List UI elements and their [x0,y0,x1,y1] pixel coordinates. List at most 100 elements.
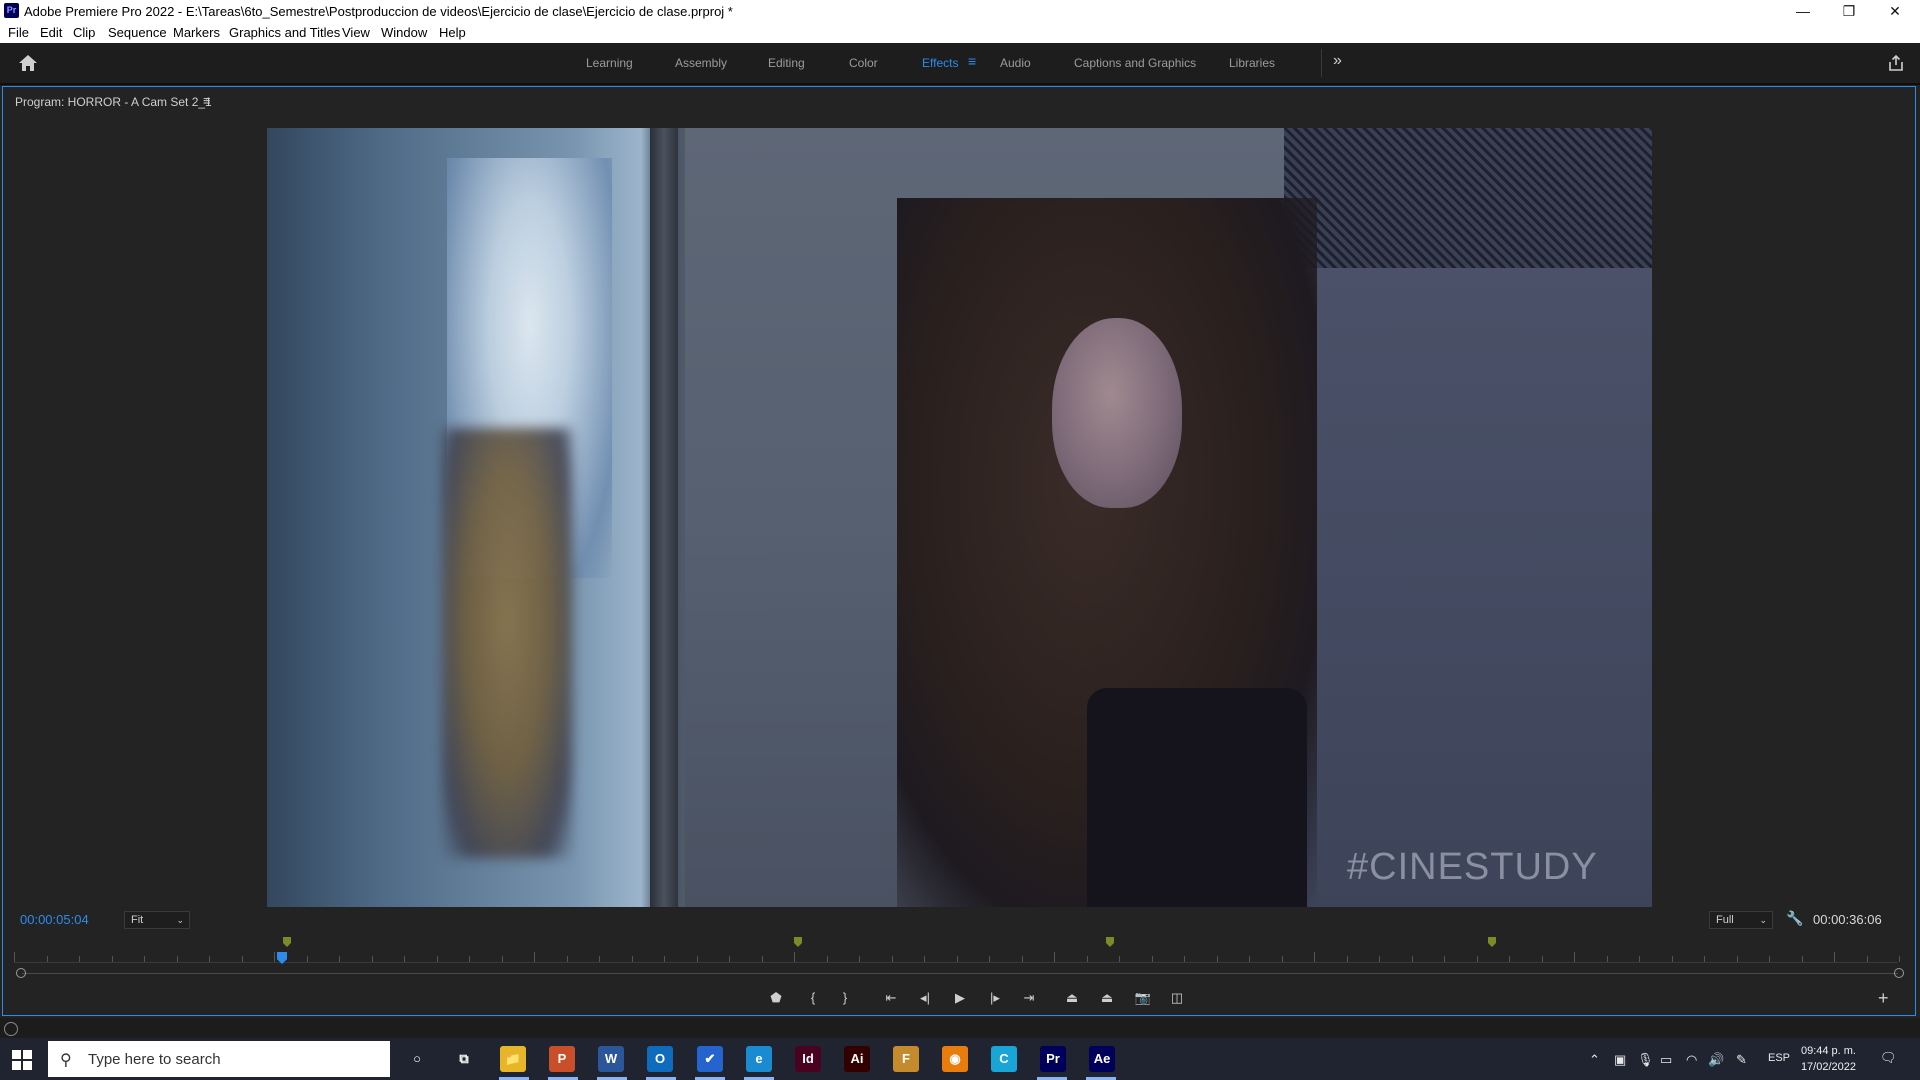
file-explorer-icon[interactable]: 📁 [500,1046,526,1072]
edge-icon[interactable]: e [746,1046,772,1072]
chevron-down-icon: ⌄ [1759,915,1767,925]
program-monitor-title[interactable]: Program: HORROR - A Cam Set 2_1 [15,95,212,109]
outlook-icon[interactable]: O [647,1046,673,1072]
indesign-icon[interactable]: Id [795,1046,821,1072]
status-bar [0,1018,1920,1038]
ruler-tick [1509,956,1510,962]
workspace-tab-editing[interactable]: Editing [768,56,805,70]
canva-icon[interactable]: C [991,1046,1017,1072]
tray-microphone-icon[interactable]: 🎙 [1637,1052,1654,1068]
notifications-icon[interactable]: 🗨 [1880,1050,1897,1066]
menu-window[interactable]: Window [381,25,427,40]
taskbar-clock[interactable]: 09:44 p. m. 17/02/2022 [1794,1043,1856,1075]
mark-in-button[interactable]: { [803,988,823,1008]
zoom-level-select[interactable]: Fit ⌄ [124,911,190,929]
ruler-tick [14,952,15,962]
status-indicator-icon[interactable] [4,1022,18,1036]
go-to-in-button[interactable]: ⇤ [881,988,901,1008]
workspace-tab-effects[interactable]: Effects [922,56,958,70]
blender-icon[interactable]: ◉ [942,1046,968,1072]
mark-out-button[interactable]: } [835,988,855,1008]
export-frame-button[interactable]: 📷 [1133,988,1153,1008]
tray-wifi-icon[interactable]: ◠ [1686,1052,1697,1068]
ruler-tick [1054,952,1055,962]
ruler-tick [924,956,925,962]
ruler-tick [1834,952,1835,962]
menu-file[interactable]: File [8,25,29,40]
restore-button[interactable]: ❐ [1826,0,1872,22]
menu-view[interactable]: View [342,25,370,40]
time-ruler[interactable] [14,950,1900,964]
taskbar-search-box[interactable]: ⚲ Type here to search [48,1041,390,1077]
ruler-tick [1314,952,1315,962]
video-right-wall [1284,268,1652,907]
tray-language[interactable]: ESP [1768,1052,1790,1064]
extract-button[interactable]: ⏏ [1097,988,1117,1008]
home-icon[interactable] [18,53,38,73]
after-effects-icon[interactable]: Ae [1089,1046,1115,1072]
close-button[interactable]: ✕ [1872,0,1918,22]
current-timecode[interactable]: 00:00:05:04 [20,912,89,927]
menu-graphics-and-titles[interactable]: Graphics and Titles [229,25,340,40]
tray-meet-icon[interactable]: ▣ [1614,1052,1626,1068]
ruler-tick [566,956,568,962]
workspace-tab-libraries[interactable]: Libraries [1229,56,1275,70]
more-workspaces-icon[interactable]: » [1333,52,1342,70]
todo-icon[interactable]: ✔ [697,1046,723,1072]
ruler-tick [1119,956,1120,962]
add-marker-button[interactable]: ⬟ [766,988,786,1008]
ruler-tick [1704,956,1705,962]
menu-edit[interactable]: Edit [40,25,62,40]
tray-pen-icon[interactable]: ✎ [1736,1052,1747,1068]
workspace-menu-icon[interactable]: ≡ [968,53,976,69]
task-view-icon[interactable]: ⧉ [451,1046,477,1072]
tray-battery-icon[interactable]: ▭ [1660,1052,1672,1068]
tray-chevron-up-icon[interactable]: ⌃ [1589,1052,1600,1068]
powerpoint-icon[interactable]: P [549,1046,575,1072]
title-bar: Pr Adobe Premiere Pro 2022 - E:\Tareas\6… [0,0,1920,22]
play-button[interactable]: ▶ [950,988,970,1008]
playback-resolution-value: Full [1716,914,1734,926]
premiere-icon[interactable]: Pr [1040,1046,1066,1072]
menu-markers[interactable]: Markers [173,25,220,40]
ruler-tick [111,956,113,962]
chevron-down-icon: ⌄ [176,915,184,925]
firefox-dev-icon[interactable]: F [893,1046,919,1072]
ruler-tick [1444,956,1445,962]
workspace-tab-color[interactable]: Color [849,56,878,70]
menu-sequence[interactable]: Sequence [108,25,167,40]
ruler-tick [1216,956,1218,962]
share-icon[interactable] [1886,53,1906,73]
word-icon[interactable]: W [598,1046,624,1072]
workspace-tab-learning[interactable]: Learning [586,56,633,70]
workspace-tab-audio[interactable]: Audio [1000,56,1031,70]
workspace-tab-assembly[interactable]: Assembly [675,56,727,70]
playback-resolution-select[interactable]: Full ⌄ [1709,911,1773,929]
minimize-button[interactable]: — [1780,0,1826,22]
menu-help[interactable]: Help [439,25,466,40]
zoom-scrollbar-right-handle[interactable] [1894,968,1904,978]
illustrator-icon[interactable]: Ai [844,1046,870,1072]
button-editor-plus-icon[interactable]: + [1878,988,1889,1009]
workspace-tab-captions-and-graphics[interactable]: Captions and Graphics [1074,56,1196,70]
cortana-icon[interactable]: ○ [404,1046,430,1072]
ruler-tick [469,956,470,962]
ruler-tick [1151,956,1153,962]
go-to-out-button[interactable]: ⇥ [1019,988,1039,1008]
settings-wrench-icon[interactable]: 🔧 [1786,910,1803,927]
windows-start-icon[interactable] [12,1050,32,1070]
ruler-tick [404,956,405,962]
program-video-frame[interactable]: #CINESTUDY [267,128,1652,907]
video-blurred-figure [442,428,572,858]
comparison-view-button[interactable]: ◫ [1167,988,1187,1008]
panel-menu-icon[interactable]: ≡ [203,93,211,108]
menu-clip[interactable]: Clip [73,25,95,40]
zoom-scrollbar[interactable] [14,968,1906,978]
zoom-scrollbar-left-handle[interactable] [16,968,26,978]
step-back-button[interactable]: ◂| [915,988,935,1008]
tray-volume-icon[interactable]: 🔊 [1708,1052,1724,1068]
ruler-tick [1411,956,1413,962]
ruler-tick [1379,956,1380,962]
step-forward-button[interactable]: |▸ [985,988,1005,1008]
lift-button[interactable]: ⏏ [1062,988,1082,1008]
